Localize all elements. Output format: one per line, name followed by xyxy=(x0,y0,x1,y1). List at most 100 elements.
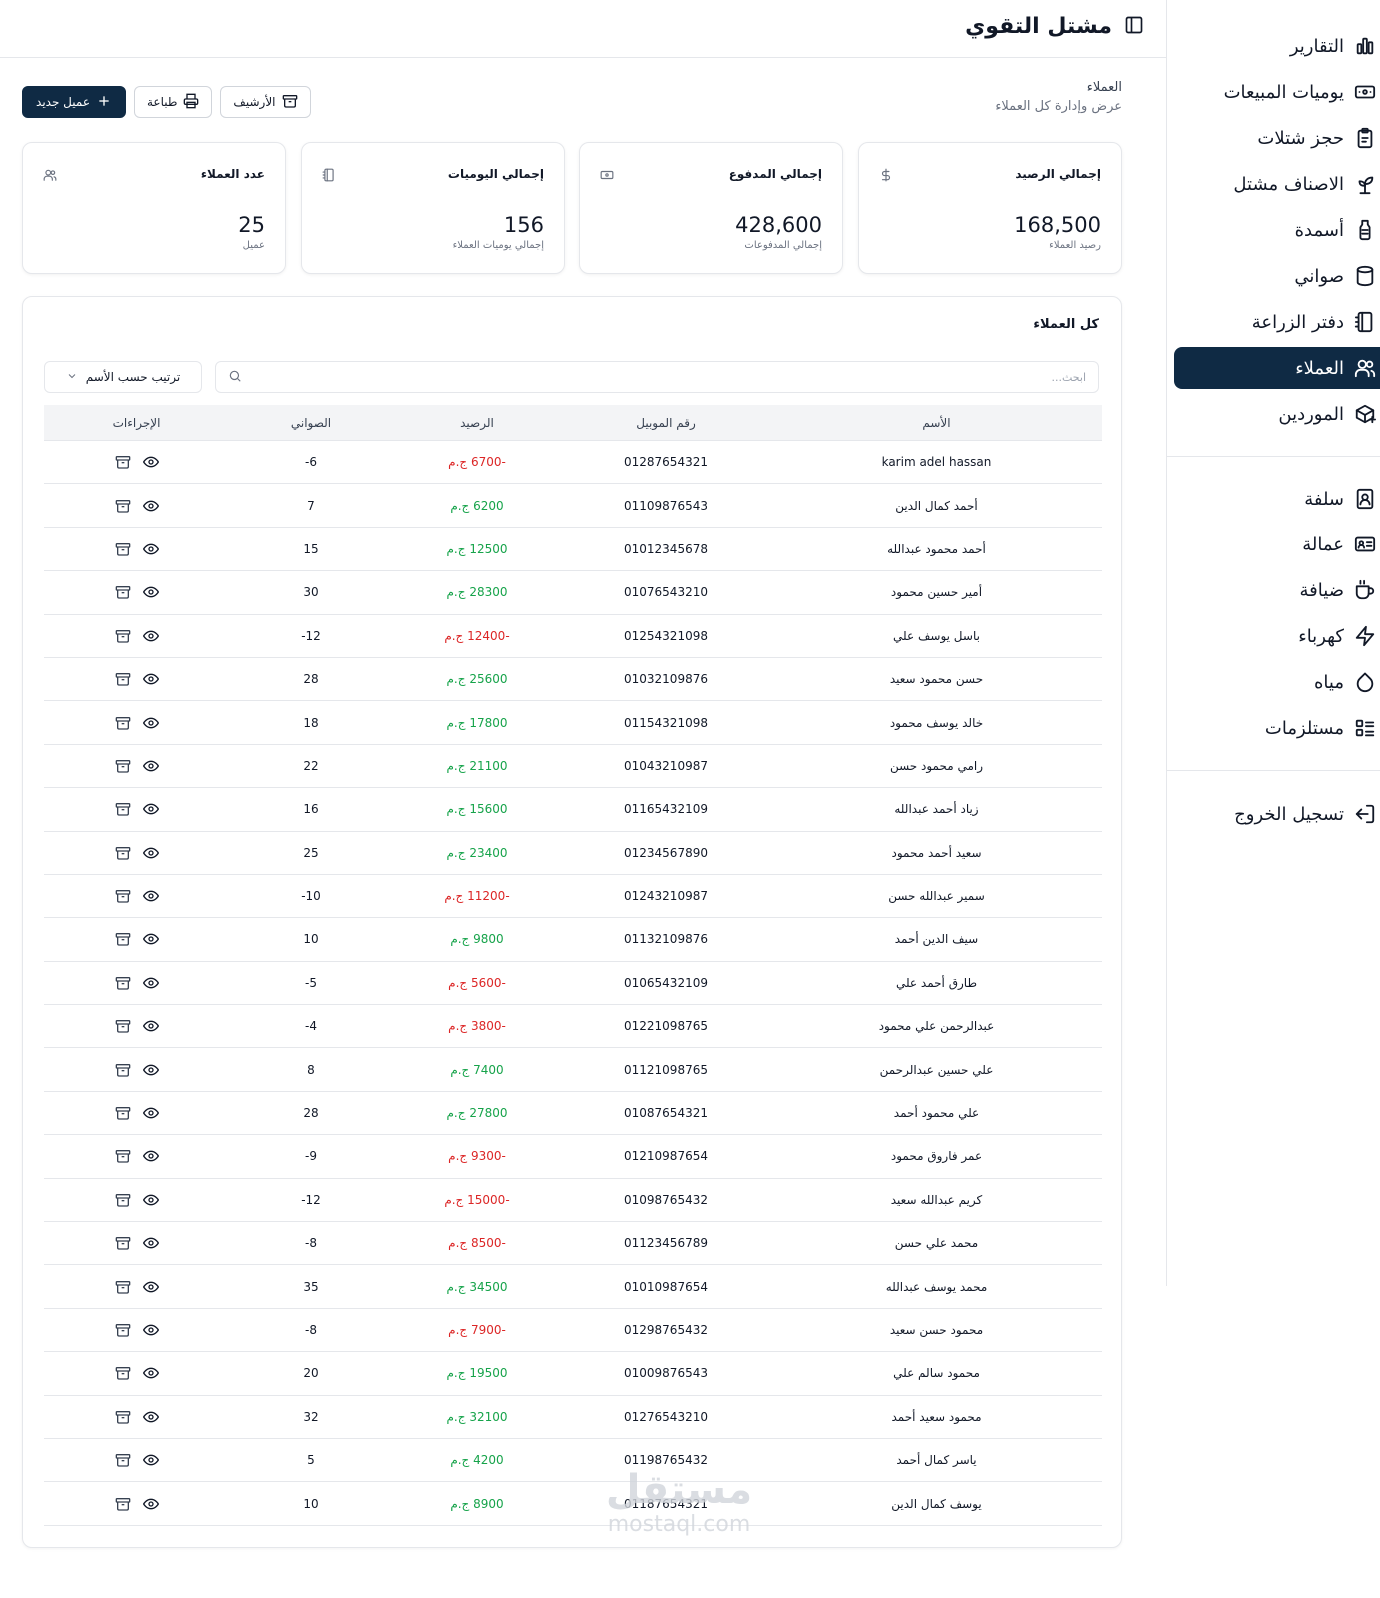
cell-actions xyxy=(44,1148,229,1164)
column-header-trays[interactable]: الصواني xyxy=(229,416,393,430)
archive-icon[interactable] xyxy=(115,801,131,817)
eye-icon[interactable] xyxy=(142,671,159,687)
archive-icon[interactable] xyxy=(115,541,131,557)
new-customer-button[interactable]: عميل جديد xyxy=(22,86,126,118)
cell-balance: 4200 ج.م xyxy=(393,1453,561,1467)
sidebar-item-13[interactable]: مياه xyxy=(1174,661,1380,703)
archive-button[interactable]: الأرشيف xyxy=(220,86,311,118)
archive-icon[interactable] xyxy=(115,628,131,644)
archive-icon[interactable] xyxy=(115,1235,131,1251)
archive-icon[interactable] xyxy=(115,1365,131,1381)
cell-trays: -8 xyxy=(305,1236,317,1251)
sidebar-item-2[interactable]: حجز شتلات xyxy=(1174,117,1380,159)
sidebar-item-3[interactable]: الاصناف مشتل xyxy=(1174,163,1380,205)
archive-icon[interactable] xyxy=(115,1279,131,1295)
column-header-balance[interactable]: الرصيد xyxy=(393,416,561,430)
archive-icon[interactable] xyxy=(115,1062,131,1078)
sidebar-item-1[interactable]: يوميات المبيعات xyxy=(1174,71,1380,113)
search-input[interactable]: ابحث... xyxy=(215,361,1099,393)
sidebar-item-14[interactable]: مستلزمات xyxy=(1174,707,1380,749)
sidebar-item-4[interactable]: أسمدة xyxy=(1174,209,1380,251)
eye-icon[interactable] xyxy=(142,1496,159,1512)
cell-phone: 01010987654 xyxy=(624,1279,708,1294)
sidebar-item-15[interactable]: تسجيل الخروج xyxy=(1174,793,1380,835)
stat-card-value: 25 xyxy=(238,213,265,237)
page-title: مشتل التقوي xyxy=(965,14,1112,39)
eye-icon[interactable] xyxy=(142,931,159,947)
archive-icon[interactable] xyxy=(115,931,131,947)
sidebar-toggle-icon[interactable] xyxy=(1124,15,1144,39)
sidebar-item-10[interactable]: عمالة xyxy=(1174,523,1380,565)
column-header-phone[interactable]: رقم الموبيل xyxy=(561,416,771,430)
sidebar-item-7[interactable]: العملاء xyxy=(1174,347,1380,389)
eye-icon[interactable] xyxy=(142,715,159,731)
sidebar-item-0[interactable]: التقارير xyxy=(1174,25,1380,67)
cell-phone: 01234567890 xyxy=(624,845,708,860)
eye-icon[interactable] xyxy=(142,1409,159,1425)
watermark-logo: مستقل xyxy=(605,1467,753,1513)
archive-icon[interactable] xyxy=(115,498,131,514)
archive-icon[interactable] xyxy=(115,1452,131,1468)
stat-card-label: إجمالي المدفوع xyxy=(728,167,822,181)
cell-name: زياد أحمد عبدالله xyxy=(894,802,979,817)
cell-name: ياسر كمال أحمد xyxy=(896,1453,977,1468)
sort-select[interactable]: ترتيب حسب الأسم xyxy=(44,361,202,393)
eye-icon[interactable] xyxy=(142,628,159,644)
cell-name: يوسف كمال الدين xyxy=(891,1496,982,1511)
archive-icon[interactable] xyxy=(115,584,131,600)
eye-icon[interactable] xyxy=(142,1322,159,1338)
currency-label: ج.م xyxy=(450,1062,470,1077)
eye-icon[interactable] xyxy=(142,758,159,774)
stat-cards: إجمالي الرصيد 168,500 رصيد العملاء إجمالي ا… xyxy=(22,142,1122,274)
archive-icon[interactable] xyxy=(115,888,131,904)
eye-icon[interactable] xyxy=(142,1452,159,1468)
eye-icon[interactable] xyxy=(142,498,159,514)
archive-icon[interactable] xyxy=(115,758,131,774)
eye-icon[interactable] xyxy=(142,1062,159,1078)
archive-icon[interactable] xyxy=(115,1496,131,1512)
eye-icon[interactable] xyxy=(142,1018,159,1034)
sidebar-item-8[interactable]: الموردين xyxy=(1174,393,1380,435)
archive-icon[interactable] xyxy=(115,975,131,991)
eye-icon[interactable] xyxy=(142,1192,159,1208)
eye-icon[interactable] xyxy=(142,1105,159,1121)
sidebar-item-11[interactable]: ضيافة xyxy=(1174,569,1380,611)
archive-icon[interactable] xyxy=(115,1105,131,1121)
eye-icon[interactable] xyxy=(142,1279,159,1295)
cell-name: خالد يوسف محمود xyxy=(889,715,984,730)
eye-icon[interactable] xyxy=(142,454,159,470)
print-button[interactable]: طباعة xyxy=(134,86,213,118)
archive-icon[interactable] xyxy=(115,1192,131,1208)
eye-icon[interactable] xyxy=(142,845,159,861)
clipboard-icon xyxy=(1354,127,1376,149)
archive-icon[interactable] xyxy=(115,1409,131,1425)
eye-icon[interactable] xyxy=(142,584,159,600)
eye-icon[interactable] xyxy=(142,1235,159,1251)
eye-icon[interactable] xyxy=(142,801,159,817)
eye-icon[interactable] xyxy=(142,1148,159,1164)
sidebar-item-9[interactable]: سلفة xyxy=(1174,478,1380,520)
eye-icon[interactable] xyxy=(142,975,159,991)
sidebar-item-6[interactable]: دفتر الزراعة xyxy=(1174,301,1380,343)
eye-icon[interactable] xyxy=(142,1365,159,1381)
sidebar-item-12[interactable]: كهرباء xyxy=(1174,615,1380,657)
cell-trays: 18 xyxy=(303,715,319,730)
cell-name: محمود حسن سعيد xyxy=(889,1323,984,1337)
archive-icon[interactable] xyxy=(115,1322,131,1338)
archive-icon[interactable] xyxy=(115,1148,131,1164)
archive-icon[interactable] xyxy=(115,671,131,687)
cell-balance: -7900 ج.م xyxy=(393,1323,561,1337)
archive-icon[interactable] xyxy=(115,1018,131,1034)
table-row: علي حسين عبدالرحمن 01121098765 7400 ج.م 8 xyxy=(44,1048,1102,1092)
archive-icon[interactable] xyxy=(115,845,131,861)
sort-label: ترتيب حسب الأسم xyxy=(85,370,181,384)
cell-balance: 17800 ج.م xyxy=(393,716,561,730)
archive-icon[interactable] xyxy=(115,454,131,470)
archive-icon[interactable] xyxy=(115,715,131,731)
column-header-name[interactable]: الأسم xyxy=(771,416,1102,430)
eye-icon[interactable] xyxy=(142,888,159,904)
balance-amount: -11200 xyxy=(467,889,510,904)
cell-name: رامي محمود حسن xyxy=(889,758,984,773)
eye-icon[interactable] xyxy=(142,541,159,557)
sidebar-item-5[interactable]: صواني xyxy=(1174,255,1380,297)
